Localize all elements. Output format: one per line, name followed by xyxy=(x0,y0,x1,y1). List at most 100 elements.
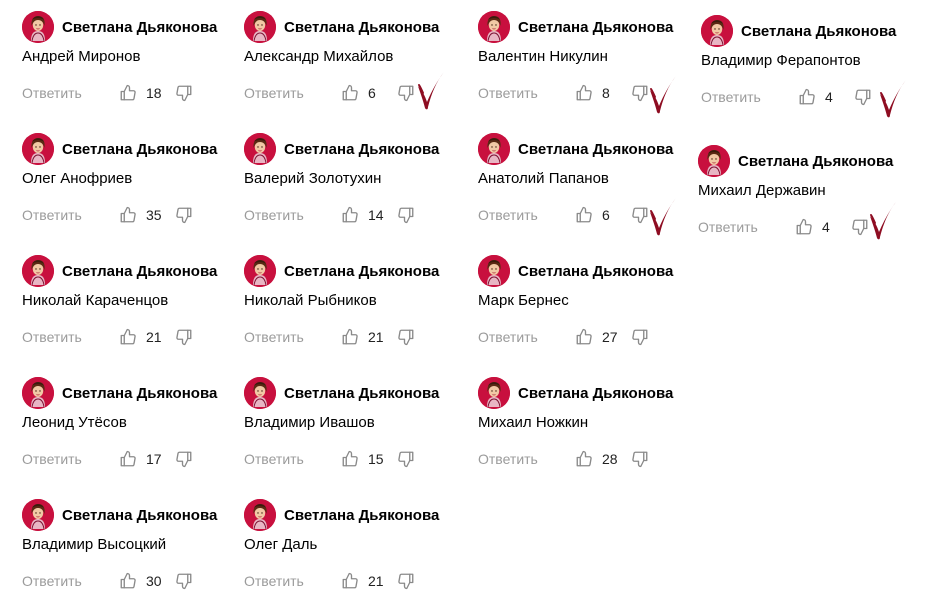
dislike-icon[interactable] xyxy=(630,449,650,469)
like-icon[interactable] xyxy=(340,205,360,225)
comment-text: Владимир Ивашов xyxy=(244,414,375,431)
reply-button[interactable]: Ответить xyxy=(244,573,340,589)
dislike-icon[interactable] xyxy=(630,205,650,225)
comment-actions: Ответить 17 xyxy=(22,448,194,470)
like-icon[interactable] xyxy=(574,449,594,469)
reply-button[interactable]: Ответить xyxy=(244,451,340,467)
comment-actions: Ответить 35 xyxy=(22,204,194,226)
dislike-icon[interactable] xyxy=(174,449,194,469)
comment-actions: Ответить 27 xyxy=(478,326,650,348)
dislike-icon[interactable] xyxy=(174,83,194,103)
like-icon[interactable] xyxy=(118,571,138,591)
avatar[interactable] xyxy=(244,499,276,531)
dislike-icon[interactable] xyxy=(853,87,873,107)
dislike-icon[interactable] xyxy=(396,205,416,225)
reply-button[interactable]: Ответить xyxy=(244,85,340,101)
reply-button[interactable]: Ответить xyxy=(478,85,574,101)
like-icon[interactable] xyxy=(797,87,817,107)
like-icon[interactable] xyxy=(340,571,360,591)
like-icon[interactable] xyxy=(118,449,138,469)
author-name[interactable]: Светлана Дьяконова xyxy=(284,385,439,402)
avatar[interactable] xyxy=(244,377,276,409)
reply-button[interactable]: Ответить xyxy=(22,207,118,223)
author-name[interactable]: Светлана Дьяконова xyxy=(62,385,217,402)
comment: Светлана Дьяконова Андрей Миронов Ответи… xyxy=(22,11,242,107)
author-name[interactable]: Светлана Дьяконова xyxy=(62,507,217,524)
avatar[interactable] xyxy=(22,377,54,409)
author-name[interactable]: Светлана Дьяконова xyxy=(62,263,217,280)
comment-text: Андрей Миронов xyxy=(22,48,141,65)
dislike-icon[interactable] xyxy=(174,571,194,591)
dislike-icon[interactable] xyxy=(630,83,650,103)
like-icon[interactable] xyxy=(340,327,360,347)
dislike-icon[interactable] xyxy=(396,449,416,469)
comment-actions: Ответить 21 xyxy=(22,326,194,348)
reply-button[interactable]: Ответить xyxy=(22,329,118,345)
reply-button[interactable]: Ответить xyxy=(701,89,797,105)
comment-text: Леонид Утёсов xyxy=(22,414,127,431)
dislike-icon[interactable] xyxy=(850,217,870,237)
author-name[interactable]: Светлана Дьяконова xyxy=(518,141,673,158)
dislike-icon[interactable] xyxy=(396,83,416,103)
dislike-icon[interactable] xyxy=(630,327,650,347)
reply-button[interactable]: Ответить xyxy=(244,329,340,345)
like-icon[interactable] xyxy=(574,83,594,103)
reply-button[interactable]: Ответить xyxy=(478,207,574,223)
reply-button[interactable]: Ответить xyxy=(478,451,574,467)
reply-button[interactable]: Ответить xyxy=(22,573,118,589)
like-icon[interactable] xyxy=(574,205,594,225)
comment-header: Светлана Дьяконова xyxy=(22,255,217,287)
author-name[interactable]: Светлана Дьяконова xyxy=(284,141,439,158)
like-icon[interactable] xyxy=(340,83,360,103)
author-name[interactable]: Светлана Дьяконова xyxy=(518,263,673,280)
avatar[interactable] xyxy=(244,11,276,43)
dislike-icon[interactable] xyxy=(174,327,194,347)
comment: Светлана Дьяконова Олег Анофриев Ответит… xyxy=(22,133,242,229)
avatar[interactable] xyxy=(22,255,54,287)
author-name[interactable]: Светлана Дьяконова xyxy=(741,23,896,40)
author-name[interactable]: Светлана Дьяконова xyxy=(284,263,439,280)
like-count: 21 xyxy=(368,329,384,345)
check-mark-icon xyxy=(878,78,908,125)
author-name[interactable]: Светлана Дьяконова xyxy=(62,19,217,36)
dislike-icon[interactable] xyxy=(174,205,194,225)
avatar[interactable] xyxy=(701,15,733,47)
author-name[interactable]: Светлана Дьяконова xyxy=(284,507,439,524)
avatar[interactable] xyxy=(478,377,510,409)
reply-button[interactable]: Ответить xyxy=(22,85,118,101)
like-icon[interactable] xyxy=(794,217,814,237)
author-name[interactable]: Светлана Дьяконова xyxy=(518,385,673,402)
avatar[interactable] xyxy=(478,255,510,287)
comment-actions: Ответить 6 xyxy=(244,82,416,104)
like-icon[interactable] xyxy=(118,327,138,347)
comment-header: Светлана Дьяконова xyxy=(22,499,217,531)
reply-button[interactable]: Ответить xyxy=(22,451,118,467)
author-name[interactable]: Светлана Дьяконова xyxy=(738,153,893,170)
like-icon[interactable] xyxy=(574,327,594,347)
comment-text: Владимир Высоцкий xyxy=(22,536,167,553)
avatar[interactable] xyxy=(22,11,54,43)
author-name[interactable]: Светлана Дьяконова xyxy=(284,19,439,36)
like-icon[interactable] xyxy=(340,449,360,469)
like-icon[interactable] xyxy=(118,83,138,103)
comment-actions: Ответить 6 xyxy=(478,204,650,226)
comment-text: Олег Даль xyxy=(244,536,318,553)
comment-header: Светлана Дьяконова xyxy=(22,11,217,43)
author-name[interactable]: Светлана Дьяконова xyxy=(62,141,217,158)
avatar[interactable] xyxy=(22,133,54,165)
avatar[interactable] xyxy=(698,145,730,177)
avatar[interactable] xyxy=(22,499,54,531)
like-icon[interactable] xyxy=(118,205,138,225)
comment-header: Светлана Дьяконова xyxy=(478,255,673,287)
avatar[interactable] xyxy=(478,11,510,43)
reply-button[interactable]: Ответить xyxy=(478,329,574,345)
dislike-icon[interactable] xyxy=(396,571,416,591)
like-count: 28 xyxy=(602,451,618,467)
reply-button[interactable]: Ответить xyxy=(698,219,794,235)
dislike-icon[interactable] xyxy=(396,327,416,347)
author-name[interactable]: Светлана Дьяконова xyxy=(518,19,673,36)
avatar[interactable] xyxy=(244,133,276,165)
avatar[interactable] xyxy=(244,255,276,287)
avatar[interactable] xyxy=(478,133,510,165)
reply-button[interactable]: Ответить xyxy=(244,207,340,223)
